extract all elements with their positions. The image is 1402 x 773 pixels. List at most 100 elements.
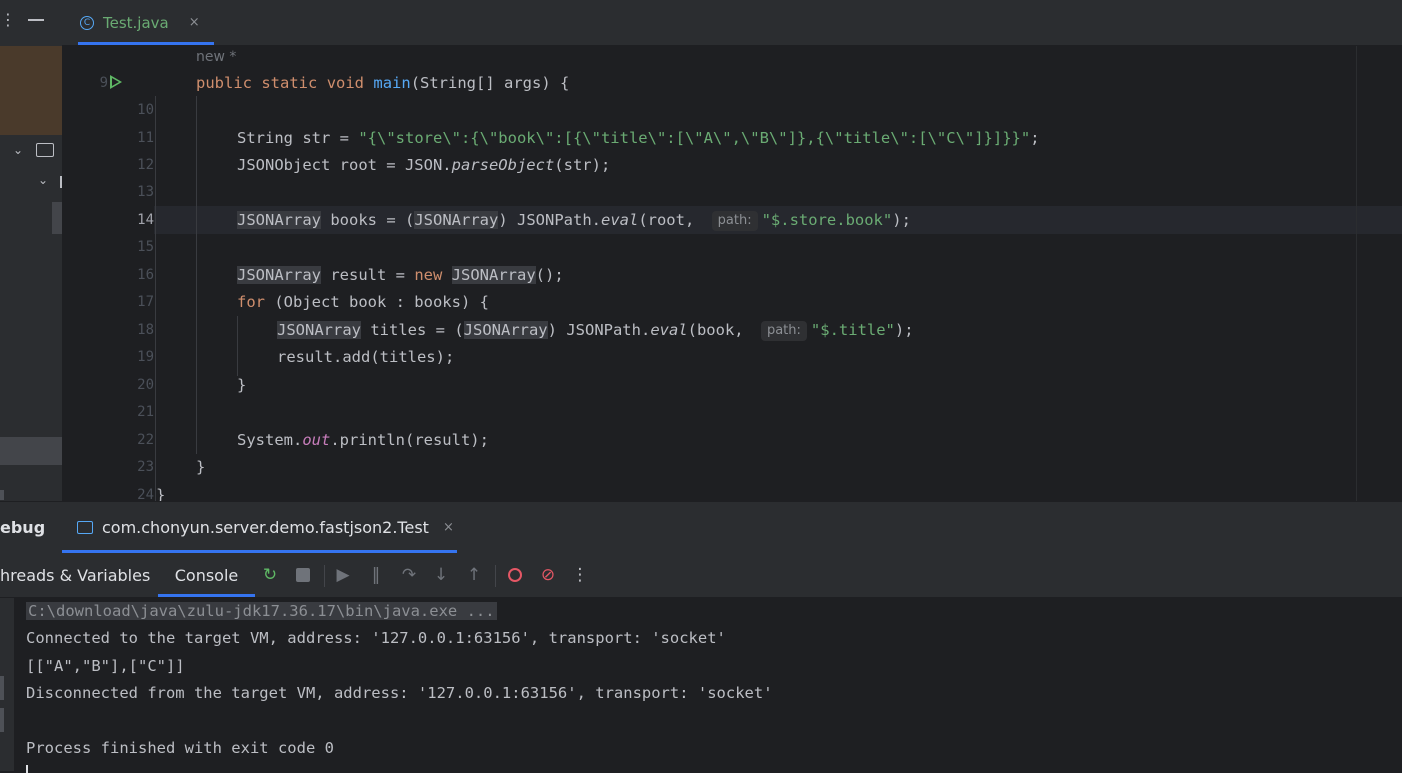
parameter-hint: path: xyxy=(711,211,758,231)
code-text: ); xyxy=(894,321,914,339)
line-number[interactable]: 23 xyxy=(114,453,154,481)
scrollbar[interactable] xyxy=(0,490,4,500)
line-number[interactable]: 17 xyxy=(114,288,154,316)
code-line-12[interactable]: JSONObject root = JSON.parseObject(str); xyxy=(237,151,610,179)
code-line-24[interactable]: } xyxy=(156,481,165,501)
line-number[interactable]: 10 xyxy=(114,96,154,124)
code-editor[interactable]: 9 10 11 12 13 14 15 16 17 18 19 20 21 22 23 24 new * pu… xyxy=(62,46,1402,501)
tree-selected-item[interactable] xyxy=(52,202,62,234)
code-line-23[interactable]: } xyxy=(196,453,205,481)
line-number[interactable]: 22 xyxy=(114,426,154,454)
folder-icon[interactable] xyxy=(36,143,54,157)
step-out-icon[interactable]: ↑ xyxy=(464,565,484,585)
rerun-icon[interactable]: ↻ xyxy=(260,565,280,585)
line-number[interactable]: 21 xyxy=(114,398,154,426)
view-breakpoints-icon[interactable] xyxy=(505,565,525,585)
tree-highlighted-item[interactable] xyxy=(0,437,62,465)
collapsed-command[interactable]: C:\download\java\zulu-jdk17.36.17\bin\ja… xyxy=(26,602,497,620)
method-name: main xyxy=(373,74,411,92)
debug-tool-window-header: ebug com.chonyun.server.demo.fastjson2.T… xyxy=(0,501,1402,553)
line-number-gutter[interactable]: 9 10 11 12 13 14 15 16 17 18 19 20 21 22 23 24 xyxy=(62,46,154,501)
class-c-icon: C xyxy=(80,15,94,30)
resume-icon[interactable]: ▶ xyxy=(333,565,353,585)
code-text: (String[] args) { xyxy=(410,74,570,92)
line-number[interactable]: 20 xyxy=(114,371,154,399)
parameter-hint: path: xyxy=(760,321,807,341)
debug-title: ebug xyxy=(0,518,46,537)
right-margin-guide xyxy=(1356,46,1357,501)
line-number[interactable]: 15 xyxy=(114,233,154,261)
code-line-11[interactable]: String str = "{\"store\":{\"book\":[{\"t… xyxy=(237,124,1040,152)
debug-session-tab[interactable]: com.chonyun.server.demo.fastjson2.Test × xyxy=(62,502,457,553)
options-menu-icon[interactable]: ⋮ xyxy=(0,10,16,30)
console-line: Disconnected from the target VM, address… xyxy=(26,684,773,702)
type-usage-highlight: JSONArray xyxy=(277,321,361,339)
code-text: titles = ( xyxy=(361,321,464,339)
line-number[interactable]: 13 xyxy=(114,178,154,206)
keyword: void xyxy=(326,74,365,92)
line-number[interactable]: 19 xyxy=(114,343,154,371)
panel-header-thumbnail xyxy=(0,46,62,135)
type-usage-highlight: JSONArray xyxy=(414,211,499,229)
run-main-icon[interactable] xyxy=(110,75,122,89)
code-line-22[interactable]: System.out.println(result); xyxy=(237,426,489,454)
code-line-14[interactable]: JSONArray books = (JSONArray) JSONPath.e… xyxy=(237,206,911,234)
stop-icon[interactable] xyxy=(293,565,313,585)
line-number[interactable]: 11 xyxy=(114,124,154,152)
tab-test-java[interactable]: C Test.java × xyxy=(78,0,214,45)
step-over-icon[interactable]: ↷ xyxy=(399,565,419,585)
keyword: for xyxy=(237,293,265,311)
keyword: static xyxy=(261,74,318,92)
indent-guide xyxy=(237,316,238,376)
line-number[interactable]: 24 xyxy=(114,481,154,501)
line-number[interactable]: 14 xyxy=(114,206,154,234)
line-number[interactable]: 18 xyxy=(114,316,154,344)
code-text: JSONObject root = JSON. xyxy=(237,156,452,174)
code-text: (root, xyxy=(638,211,704,229)
code-line-9[interactable]: public static void main(String[] args) { xyxy=(196,69,569,97)
code-line-19[interactable]: result.add(titles); xyxy=(277,343,454,371)
usage-hint[interactable]: new * xyxy=(196,46,236,68)
code-text: (); xyxy=(535,266,564,284)
line-number[interactable]: 9 xyxy=(68,69,108,97)
tab-console[interactable]: Console xyxy=(158,553,255,597)
code-line-20[interactable]: } xyxy=(237,371,246,399)
code-text: ); xyxy=(892,211,911,229)
code-line-16[interactable]: JSONArray result = new JSONArray(); xyxy=(237,261,564,289)
step-into-icon[interactable]: ↓ xyxy=(431,565,451,585)
console-output[interactable]: C:\download\java\zulu-jdk17.36.17\bin\ja… xyxy=(0,598,1402,773)
tab-threads-variables[interactable]: hreads & Variables xyxy=(0,553,150,597)
static-field: out xyxy=(302,431,331,449)
tab-label: Test.java xyxy=(103,13,169,32)
close-session-icon[interactable]: × xyxy=(443,520,454,535)
application-icon xyxy=(77,521,93,534)
keyword: new xyxy=(414,266,443,284)
toolbar-separator xyxy=(324,565,325,587)
code-line-18[interactable]: JSONArray titles = (JSONArray) JSONPath.… xyxy=(277,316,914,344)
text-caret xyxy=(26,765,28,773)
session-tab-label: com.chonyun.server.demo.fastjson2.Test xyxy=(102,518,429,537)
console-line-command[interactable]: C:\download\java\zulu-jdk17.36.17\bin\ja… xyxy=(26,598,497,625)
line-number[interactable]: 16 xyxy=(114,261,154,289)
code-text: ; xyxy=(1030,129,1040,147)
tab-console-label: Console xyxy=(174,566,239,585)
more-icon[interactable]: ⋮ xyxy=(570,565,590,585)
pause-icon[interactable]: ‖ xyxy=(366,565,386,585)
code-text: books = ( xyxy=(321,211,415,229)
code-text: (Object book : books) { xyxy=(265,293,489,311)
close-tab-icon[interactable]: × xyxy=(189,15,200,30)
string-literal: "$.store.book" xyxy=(761,211,893,229)
code-text: ) JSONPath. xyxy=(547,321,651,339)
chevron-down-icon[interactable]: ⌄ xyxy=(38,173,48,187)
code-line-17[interactable]: for (Object book : books) { xyxy=(237,288,489,316)
static-method: parseObject xyxy=(451,156,555,174)
mute-breakpoints-icon[interactable]: ⊘ xyxy=(538,565,558,585)
console-gutter-marker xyxy=(0,708,4,732)
line-number[interactable]: 12 xyxy=(114,151,154,179)
console-gutter-marker xyxy=(0,676,4,700)
editor-tab-bar: C Test.java × xyxy=(62,0,1402,46)
console-line: Process finished with exit code 0 xyxy=(26,739,334,757)
minimize-icon[interactable] xyxy=(28,19,44,21)
chevron-down-icon[interactable]: ⌄ xyxy=(13,143,23,157)
